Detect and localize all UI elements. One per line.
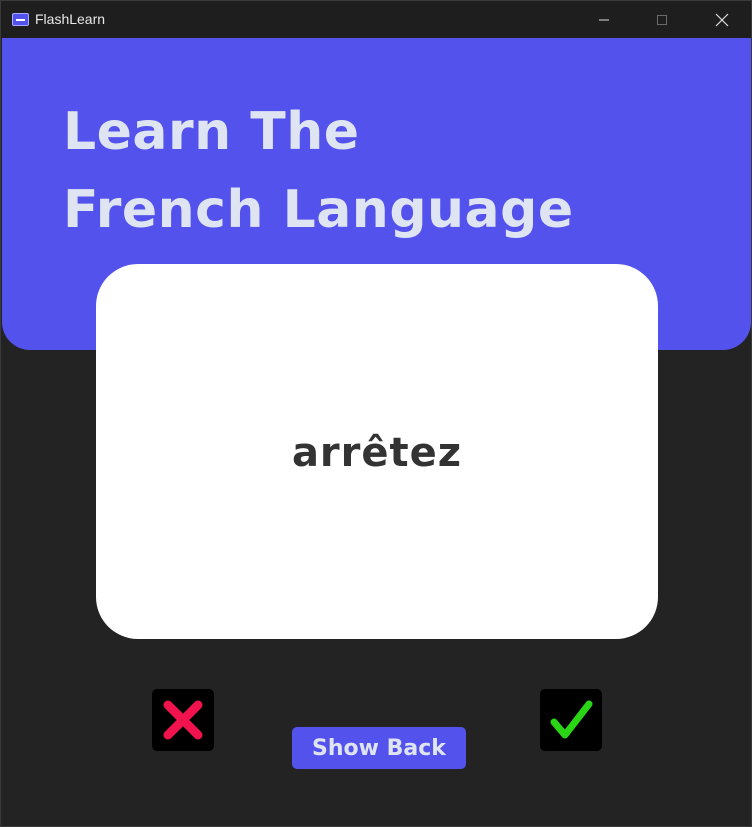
mark-right-button[interactable] [540, 689, 602, 751]
flashcard-app-icon [12, 13, 29, 26]
maximize-button[interactable] [633, 1, 691, 38]
mark-wrong-button[interactable] [152, 689, 214, 751]
maximize-icon [657, 14, 667, 25]
title-line-2: French Language [63, 180, 574, 240]
flashcard-word: arrêtez [291, 429, 463, 476]
close-button[interactable] [693, 1, 751, 38]
minimize-icon [599, 19, 609, 20]
cross-icon [163, 700, 203, 740]
close-icon [715, 13, 729, 26]
flashcard[interactable]: arrêtez [96, 264, 658, 639]
check-icon [550, 700, 593, 739]
page-title: Learn The French Language [63, 93, 574, 249]
app-window: FlashLearn Learn The French Language arr… [0, 0, 752, 827]
title-bar[interactable]: FlashLearn [1, 1, 751, 38]
show-back-button[interactable]: Show Back [292, 727, 466, 769]
minimize-button[interactable] [575, 1, 633, 38]
window-title: FlashLearn [35, 11, 106, 27]
title-line-1: Learn The [63, 102, 360, 162]
